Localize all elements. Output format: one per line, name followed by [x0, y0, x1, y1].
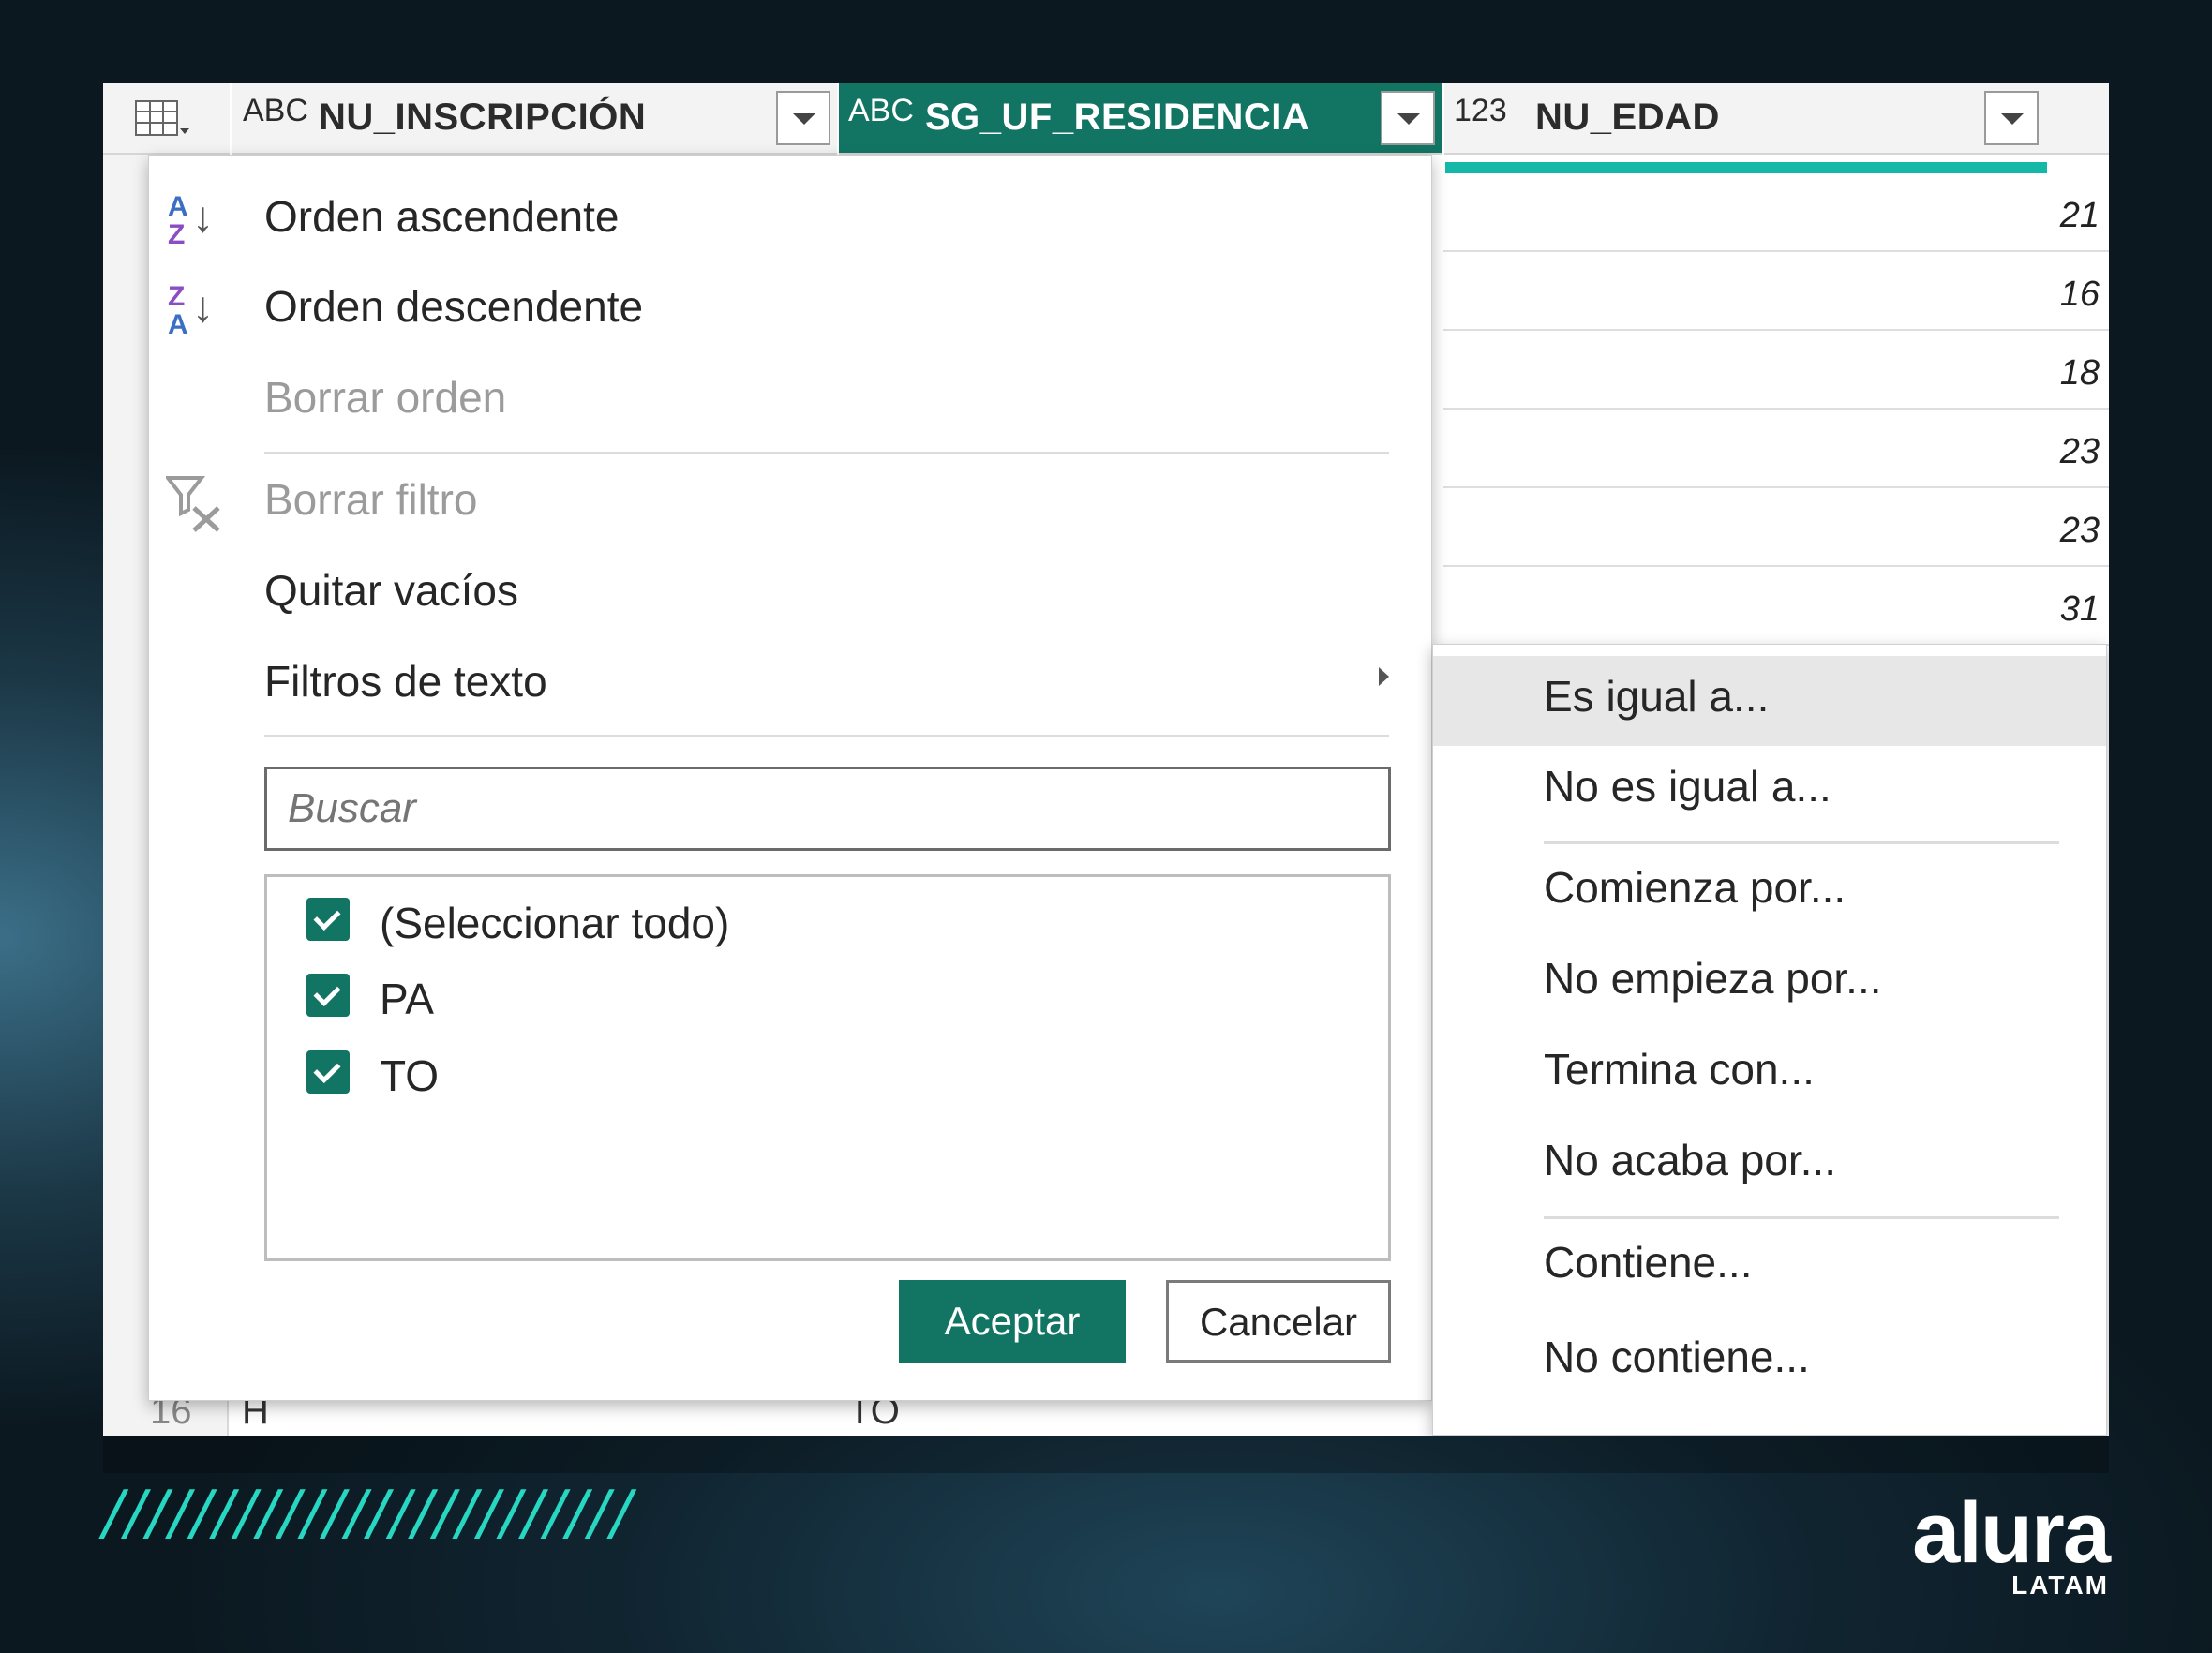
- table-cell[interactable]: 16: [1443, 252, 2109, 331]
- table-cell[interactable]: 21: [1443, 173, 2109, 252]
- submenu-item-not-ends-with[interactable]: No acaba por...: [1544, 1135, 1836, 1185]
- filter-menu: A Z ↓ Orden ascendente Z A ↓ Orden desce…: [148, 155, 1432, 1401]
- column-quality-bar: [1445, 162, 2047, 173]
- column-header-nu-edad[interactable]: 123 NU_EDAD: [1444, 83, 2109, 155]
- sort-descending-item[interactable]: Orden descendente: [264, 281, 643, 332]
- submenu-item-not-equals[interactable]: No es igual a...: [1544, 761, 1831, 812]
- filter-dropdown-button[interactable]: [776, 91, 830, 145]
- submenu-item-ends-with[interactable]: Termina con...: [1544, 1044, 1815, 1095]
- remove-empty-item[interactable]: Quitar vacíos: [264, 565, 518, 616]
- frame-shadow: [103, 1436, 2109, 1473]
- table-cell[interactable]: 31: [1443, 567, 2109, 646]
- number-type-icon[interactable]: 123: [1454, 93, 1507, 129]
- column-name: NU_INSCRIPCIÓN: [319, 97, 647, 138]
- submenu-item-begins-with[interactable]: Comienza por...: [1544, 862, 1846, 913]
- table-menu-header[interactable]: [103, 83, 230, 155]
- column-header-sg-uf-residencia[interactable]: ABC SG_UF_RESIDENCIA: [839, 83, 1442, 155]
- column-name: NU_EDAD: [1535, 97, 1720, 138]
- table-cell[interactable]: 23: [1443, 410, 2109, 488]
- alura-logo: alura LATAM: [1912, 1485, 2111, 1601]
- power-query-grid: ABC NU_INSCRIPCIÓN ABC SG_UF_RESIDENCIA …: [103, 83, 2109, 1436]
- menu-separator: [264, 452, 1389, 454]
- text-type-icon[interactable]: ABC: [243, 93, 308, 129]
- clear-filter-item[interactable]: Borrar filtro: [264, 474, 477, 525]
- chevron-right-icon: [1379, 667, 1389, 686]
- menu-separator: [1544, 841, 2059, 844]
- checkbox-checked-icon[interactable]: [306, 1050, 350, 1094]
- accept-button[interactable]: Aceptar: [899, 1280, 1126, 1363]
- submenu-highlight: [1433, 656, 2106, 746]
- column-name: SG_UF_RESIDENCIA: [925, 97, 1310, 138]
- filter-dropdown-button[interactable]: [1984, 91, 2039, 145]
- table-cell[interactable]: 23: [1443, 488, 2109, 567]
- logo-text: alura: [1912, 1485, 2111, 1581]
- text-type-icon[interactable]: ABC: [848, 93, 914, 129]
- cancel-button[interactable]: Cancelar: [1166, 1280, 1391, 1363]
- submenu-item-equals[interactable]: Es igual a...: [1544, 671, 1769, 722]
- filter-dropdown-button[interactable]: [1381, 91, 1435, 145]
- text-filters-submenu: Es igual a... No es igual a... Comienza …: [1432, 644, 2107, 1436]
- submenu-item-not-contains[interactable]: No contiene...: [1544, 1332, 1810, 1382]
- sort-ascending-item[interactable]: Orden ascendente: [264, 191, 620, 242]
- menu-separator: [1544, 1216, 2059, 1219]
- decorative-stripes: ////////////////////////: [103, 1479, 634, 1548]
- clear-sort-item[interactable]: Borrar orden: [264, 372, 506, 423]
- column-header-nu-inscripcion[interactable]: ABC NU_INSCRIPCIÓN: [232, 83, 837, 155]
- table-icon[interactable]: [135, 100, 191, 140]
- text-filters-item[interactable]: Filtros de texto: [264, 656, 547, 707]
- menu-separator: [264, 735, 1389, 737]
- value-list: (Seleccionar todo) PA TO: [264, 874, 1391, 1261]
- search-input[interactable]: [264, 767, 1391, 851]
- submenu-item-not-begins-with[interactable]: No empieza por...: [1544, 953, 1882, 1004]
- checkbox-checked-icon[interactable]: [306, 898, 350, 941]
- clear-filter-icon: [166, 476, 220, 532]
- submenu-item-contains[interactable]: Contiene...: [1544, 1237, 1752, 1288]
- checkbox-checked-icon[interactable]: [306, 974, 350, 1017]
- table-cell[interactable]: 18: [1443, 331, 2109, 410]
